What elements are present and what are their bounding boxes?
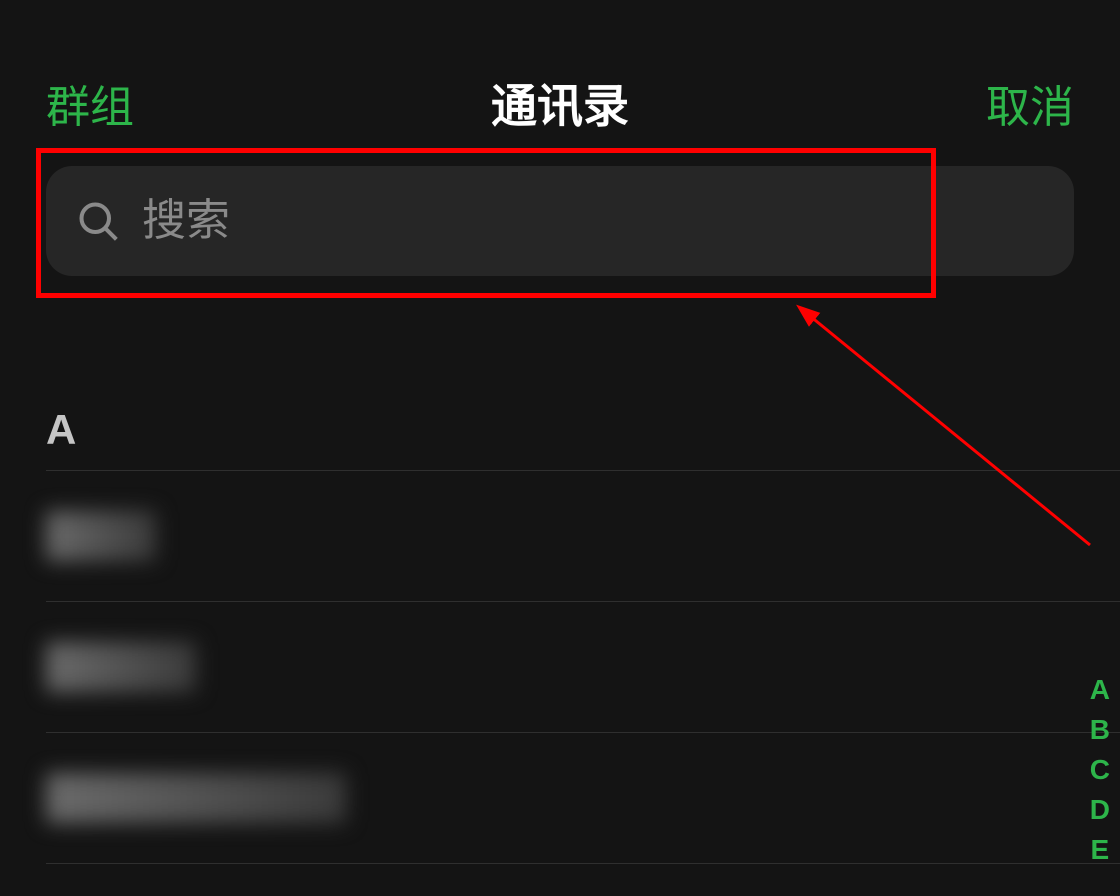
- search-container: [46, 166, 1074, 276]
- search-bar[interactable]: [46, 166, 1074, 276]
- search-icon: [76, 199, 120, 243]
- page-title: 通讯录: [491, 70, 629, 136]
- section-header-a: A: [0, 406, 1120, 470]
- contact-row[interactable]: ██████: [0, 602, 1120, 732]
- contact-name: ████: [46, 511, 156, 561]
- header-bar: 群组 通讯录 取消: [0, 0, 1120, 166]
- index-letter-c[interactable]: C: [1090, 750, 1110, 790]
- contact-row[interactable]: ████: [0, 471, 1120, 601]
- cancel-button[interactable]: 取消: [986, 71, 1074, 135]
- contact-name: ██████: [46, 642, 196, 692]
- contact-name: ██████████: [46, 773, 346, 823]
- index-letter-d[interactable]: D: [1090, 790, 1110, 830]
- alphabet-index[interactable]: A B C D E: [1090, 670, 1110, 870]
- contact-row[interactable]: ██████████: [0, 733, 1120, 863]
- index-letter-b[interactable]: B: [1090, 710, 1110, 750]
- index-letter-a[interactable]: A: [1090, 670, 1110, 710]
- index-letter-e[interactable]: E: [1091, 830, 1110, 870]
- search-input[interactable]: [142, 196, 1044, 246]
- groups-button[interactable]: 群组: [46, 71, 134, 135]
- divider: [46, 863, 1120, 864]
